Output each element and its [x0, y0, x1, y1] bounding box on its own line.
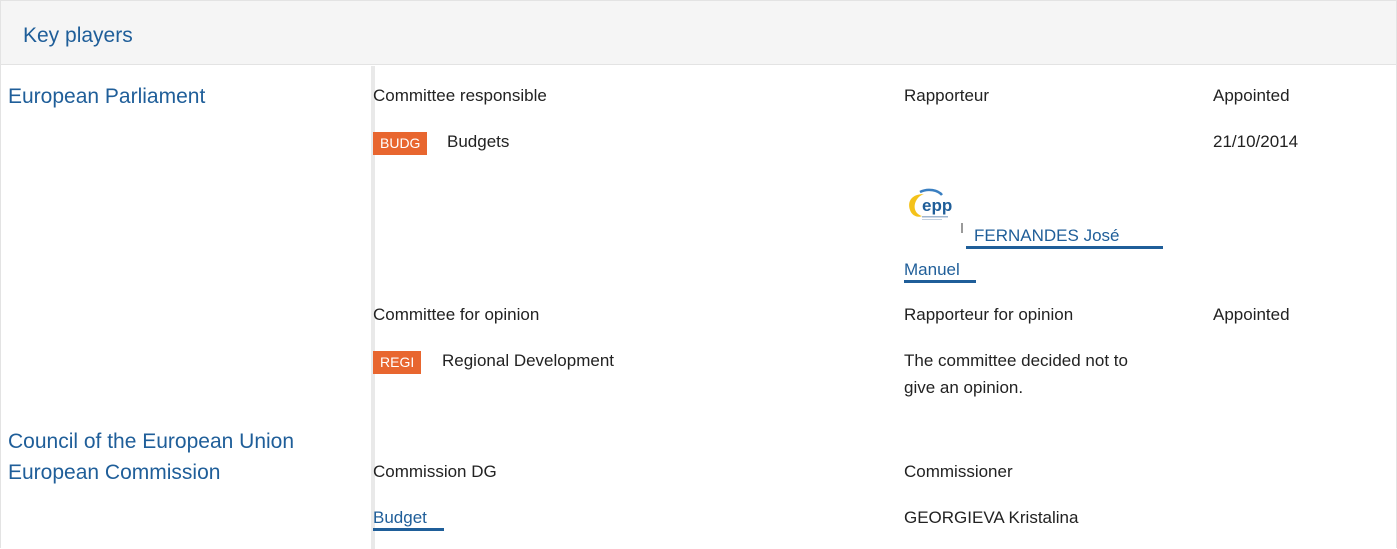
key-players-panel: Key players European Parliament Council …	[0, 0, 1397, 549]
col-header-commissioner: Commissioner	[904, 462, 1013, 481]
committee-badge-regi: REGI	[373, 351, 422, 374]
col-header-rapporteur-opinion: Rapporteur for opinion	[904, 305, 1074, 324]
opinion-note-line2: give an opinion.	[904, 378, 1024, 397]
panel-title: Key players	[23, 24, 133, 47]
institution-european-parliament: European Parliament	[8, 85, 206, 108]
col-header-commission-dg: Commission DG	[373, 462, 497, 481]
logo-separator	[961, 223, 963, 233]
appointed-date: 21/10/2014	[1213, 132, 1299, 151]
opinion-note-line1: The committee decided not to	[904, 351, 1128, 370]
epp-group-logo-icon: epp	[909, 188, 952, 220]
epp-logo-text: epp	[922, 196, 952, 215]
committee-name-regional-development: Regional Development	[442, 351, 614, 370]
col-header-rapporteur: Rapporteur	[904, 86, 990, 105]
col-header-committee-opinion: Committee for opinion	[373, 305, 540, 324]
institution-council: Council of the European Union	[8, 430, 295, 453]
col-header-committee-responsible: Committee responsible	[373, 86, 547, 105]
panel-header: Key players	[1, 1, 1396, 65]
col-header-appointed: Appointed	[1213, 86, 1290, 105]
commission-dg-link-budget[interactable]: Budget	[373, 508, 427, 528]
rapporteur-link-line2[interactable]: Manuel	[904, 260, 960, 280]
rapporteur-link-underline-2	[904, 280, 976, 283]
institution-european-commission: European Commission	[8, 461, 221, 484]
rapporteur-link-underline	[966, 246, 1163, 249]
committee-badge-budg: BUDG	[373, 132, 428, 155]
rapporteur-link-line1[interactable]: FERNANDES José	[974, 226, 1119, 246]
commission-dg-link-underline	[373, 528, 444, 531]
commissioner-name: GEORGIEVA Kristalina	[904, 508, 1079, 527]
col-header-appointed-opinion: Appointed	[1213, 305, 1290, 324]
committee-name-budgets: Budgets	[447, 132, 510, 151]
